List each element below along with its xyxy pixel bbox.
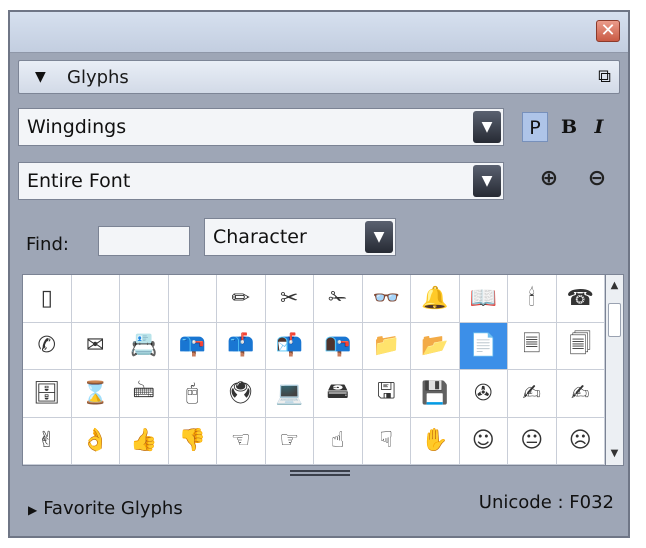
glyph-cell[interactable]: 👓 [362,275,411,323]
glyph-cell[interactable] [120,275,169,323]
glyph-cell[interactable]: 👌 [71,417,120,465]
chevron-down-icon: ▼ [481,119,493,135]
glyph-cell[interactable]: 📖 [459,275,508,323]
glyph-cell[interactable]: 📭 [314,322,363,370]
expand-triangle-icon: ▶ [28,503,38,517]
glyph-cell[interactable]: 🖮 [120,370,169,418]
glyph-cell[interactable]: 🗏 [508,322,557,370]
chevron-down-icon: ▼ [481,173,493,189]
style-plain-button[interactable]: P [522,112,548,142]
glyph-cell[interactable]: 🗐 [556,322,605,370]
scroll-up-button[interactable]: ▲ [606,277,623,295]
glyph-cell[interactable]: ☺ [459,417,508,465]
glyph-cell[interactable]: 🔔 [411,275,460,323]
glyph-grid-scrollbar[interactable]: ▲ ▼ [606,274,624,466]
favorite-glyphs-toggle[interactable]: ▶ Favorite Glyphs [28,498,183,519]
glyph-cell[interactable] [168,275,217,323]
glyph-cell[interactable]: 📂 [411,322,460,370]
zoom-in-icon[interactable]: ⊕ [534,164,564,194]
glyphs-panel: ✕ ▼ Glyphs ⧉ Wingdings ▼ P B I Entire Fo… [8,10,630,538]
style-italic-button[interactable]: I [586,112,612,142]
zoom-out-icon[interactable]: ⊖ [582,164,612,194]
glyph-cell[interactable]: ✌ [23,417,72,465]
glyph-cell[interactable]: ✍ [556,370,605,418]
glyph-cell[interactable]: ✂ [265,275,314,323]
glyph-cell[interactable]: 📇 [120,322,169,370]
glyph-cell[interactable]: ✁ [314,275,363,323]
glyph-cell[interactable]: 📬 [265,322,314,370]
glyph-cell[interactable]: 📁 [362,322,411,370]
find-label: Find: [26,234,69,255]
glyph-cell[interactable]: 📄 [459,322,508,370]
find-mode-select[interactable]: Character ▼ [204,218,396,256]
glyph-cell[interactable]: 💾 [411,370,460,418]
unicode-readout: Unicode : F032 [478,492,614,513]
subset-select[interactable]: Entire Font ▼ [18,162,504,200]
glyph-cell[interactable]: ⌛ [71,370,120,418]
glyph-cell[interactable]: ☎ [556,275,605,323]
panel-title: Glyphs [67,67,129,88]
find-input[interactable] [98,226,190,256]
scroll-down-button[interactable]: ▼ [606,445,623,463]
close-icon: ✕ [600,20,616,41]
glyph-cell[interactable]: 👍 [120,417,169,465]
style-bold-button[interactable]: B [556,112,582,142]
glyph-cell[interactable]: ☞ [265,417,314,465]
panel-titlebar[interactable]: ✕ [10,12,628,53]
find-mode-value: Character [213,226,307,248]
glyph-cell[interactable]: 🕯 [508,275,557,323]
glyph-cell[interactable]: ☟ [362,417,411,465]
glyph-cell[interactable]: ✍ [508,370,557,418]
favorite-glyphs-label: Favorite Glyphs [43,498,183,519]
glyph-cell[interactable]: 😐 [508,417,557,465]
glyph-cell[interactable]: ✉ [71,322,120,370]
glyph-cell[interactable]: 🖲 [217,370,266,418]
glyph-cell[interactable]: 👎 [168,417,217,465]
close-button[interactable]: ✕ [596,20,620,42]
glyph-cell[interactable]: ✇ [459,370,508,418]
glyph-cell[interactable]: ▯ [23,275,72,323]
collapse-triangle-icon: ▼ [35,69,46,85]
find-mode-dropdown-button[interactable]: ▼ [365,221,393,253]
dock-icon[interactable]: ⧉ [598,66,611,87]
glyph-cell[interactable]: ✆ [23,322,72,370]
glyph-cell[interactable]: ☝ [314,417,363,465]
glyph-cell[interactable] [71,275,120,323]
glyph-grid: ▯ ✏ ✂ ✁ 👓 🔔 📖 🕯 ☎ ✆ ✉ 📇 📪 📫 📬 📭 📁 📂 📄 🗏 🗐 🗄 ⌛ 🖮 🖰 🖲 💻 🖴 🖫 💾 ✇ ✍ ✍ ✌ 👌 👍 👎 ☜ ☞ ☝… [22,274,606,466]
subset-value: Entire Font [27,170,131,192]
glyph-cell[interactable]: ✋ [411,417,460,465]
glyph-cell[interactable]: ☜ [217,417,266,465]
glyph-cell[interactable]: 🖴 [314,370,363,418]
glyph-cell[interactable]: ✏ [217,275,266,323]
font-family-dropdown-button[interactable]: ▼ [473,111,501,143]
glyph-cell[interactable]: 🖫 [362,370,411,418]
chevron-down-icon: ▼ [373,229,385,245]
glyph-cell[interactable]: 📫 [217,322,266,370]
glyph-cell[interactable]: 🗄 [23,370,72,418]
glyph-cell[interactable]: 💻 [265,370,314,418]
scroll-thumb[interactable] [608,303,621,337]
glyph-cell[interactable]: 🖰 [168,370,217,418]
glyph-cell[interactable]: ☹ [556,417,605,465]
subset-dropdown-button[interactable]: ▼ [473,165,501,197]
glyphs-section-header[interactable]: ▼ Glyphs ⧉ [18,60,620,94]
font-family-value: Wingdings [27,116,127,138]
glyph-cell[interactable]: 📪 [168,322,217,370]
font-family-select[interactable]: Wingdings ▼ [18,108,504,146]
resize-grip[interactable] [290,470,350,477]
